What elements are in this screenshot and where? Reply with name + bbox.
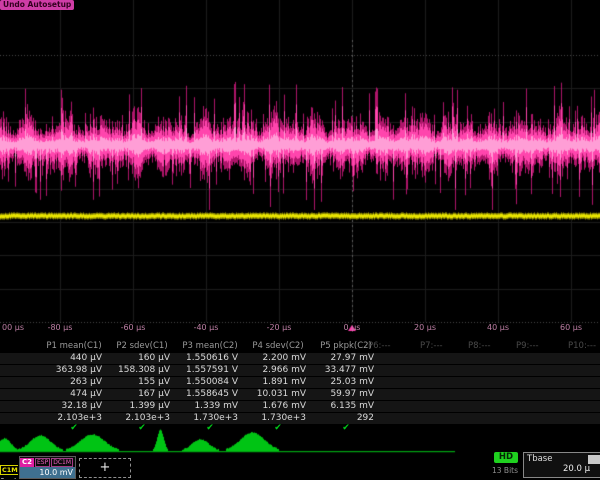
param-header[interactable]: P4 sdev(C2) — [244, 341, 312, 351]
time-tick-label: -80 µs — [48, 323, 73, 332]
param-header[interactable]: P1 mean(C1) — [40, 341, 108, 351]
measurement-value: 158.308 µV — [108, 365, 170, 376]
measurement-value: 6.135 mV — [312, 401, 374, 412]
measurement-value: 1.557591 V — [176, 365, 238, 376]
time-tick-label: 60 µs — [560, 323, 582, 332]
param-header-inactive[interactable]: P8:--- — [468, 341, 514, 351]
measurement-value: 1.399 µV — [108, 401, 170, 412]
hd-bits-label: 13 Bits — [492, 466, 518, 475]
measurement-value: 1.558645 V — [176, 389, 238, 400]
param-header-inactive[interactable]: P9:--- — [516, 341, 562, 351]
time-tick-label: 40 µs — [487, 323, 509, 332]
c2-label: C2 — [20, 458, 34, 467]
c2-esp-badge: ESP — [35, 458, 50, 467]
measurement-value: 155 µV — [108, 377, 170, 388]
param-header[interactable]: P2 sdev(C1) — [108, 341, 176, 351]
measurement-value: 32.18 µV — [40, 401, 102, 412]
timebase-descriptor[interactable]: Tbase 20.0 µ — [523, 452, 600, 478]
param-header-inactive[interactable]: P10:--- — [568, 341, 600, 351]
param-header-inactive[interactable]: P6:--- — [368, 341, 414, 351]
time-tick-label: -60 µs — [121, 323, 146, 332]
param-header[interactable]: P3 mean(C2) — [176, 341, 244, 351]
measurement-value: 1.550616 V — [176, 353, 238, 364]
measurement-value: 2.200 mV — [244, 353, 306, 364]
measurement-value: 1.339 mV — [176, 401, 238, 412]
status-check-icon: ✔ — [176, 423, 244, 433]
status-check-icon: ✔ — [244, 423, 312, 433]
undo-autosetup-button[interactable]: Undo Autosetup — [0, 0, 74, 10]
measurement-value: 1.550084 V — [176, 377, 238, 388]
c1-volts-per-div: 0 mV — [0, 476, 18, 479]
timebase-value: 20.0 µ — [524, 464, 600, 474]
param-header-inactive[interactable]: P7:--- — [420, 341, 466, 351]
oscilloscope-screen: Undo Autosetup 00 µs -80 µs -60 µs -40 µs -2… — [0, 0, 600, 480]
time-tick-label: 20 µs — [414, 323, 436, 332]
timebase-corner-button[interactable] — [588, 455, 600, 464]
status-check-icon: ✔ — [312, 423, 380, 433]
time-tick-label: 0 µs — [344, 323, 361, 332]
measurement-value: 2.966 mV — [244, 365, 306, 376]
time-tick-label: -40 µs — [194, 323, 219, 332]
measurement-value: 1.891 mV — [244, 377, 306, 388]
time-tick-label: 00 µs — [2, 323, 24, 332]
add-trace-button[interactable]: + — [79, 458, 131, 478]
hd-mode-badge[interactable]: HD — [494, 452, 518, 463]
measurement-value: 263 µV — [40, 377, 102, 388]
c2-volts-per-div: 10.0 mV — [20, 467, 75, 478]
measurement-value: 10.031 mV — [244, 389, 306, 400]
c1-coupling-badge: C1M — [0, 465, 18, 475]
measurement-value: 474 µV — [40, 389, 102, 400]
status-check-icon: ✔ — [108, 423, 176, 433]
status-check-icon: ✔ — [40, 423, 108, 433]
channel-c2-descriptor[interactable]: C2 ESP DC1M 10.0 mV — [19, 456, 76, 479]
measurement-value: 27.97 mV — [312, 353, 374, 364]
measurement-value: 33.477 mV — [312, 365, 374, 376]
channel-c1-descriptor[interactable]: C1M 0 mV — [0, 457, 18, 479]
measurement-value: 59.97 mV — [312, 389, 374, 400]
measurement-value: 160 µV — [108, 353, 170, 364]
measurement-value: 1.676 mV — [244, 401, 306, 412]
measurement-value: 363.98 µV — [40, 365, 102, 376]
c2-coupling-badge: DC1M — [51, 458, 73, 467]
measurement-value: 25.03 mV — [312, 377, 374, 388]
measurement-value: 167 µV — [108, 389, 170, 400]
measurement-value: 440 µV — [40, 353, 102, 364]
time-tick-label: -20 µs — [267, 323, 292, 332]
